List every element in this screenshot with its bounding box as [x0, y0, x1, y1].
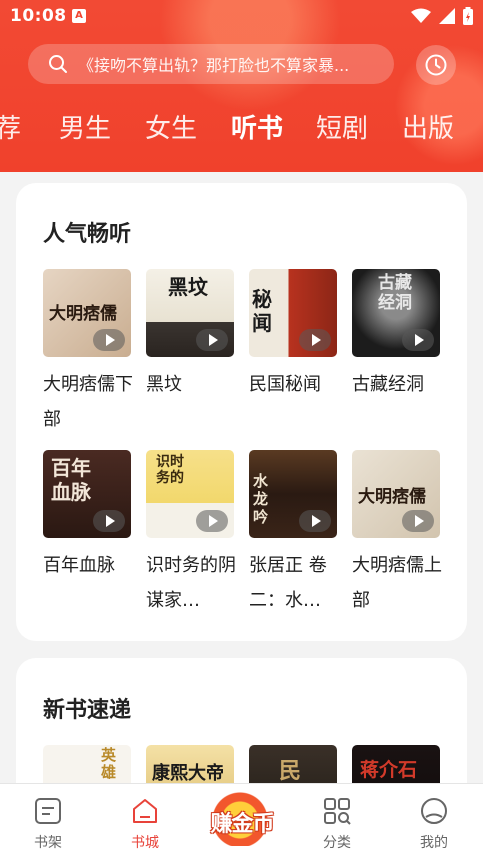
search-placeholder: 《接吻不算出轨？那打脸也不算家暴...: [78, 56, 350, 75]
nav-bookshelf[interactable]: 书架: [13, 784, 83, 852]
play-icon[interactable]: [93, 329, 125, 351]
search-bar[interactable]: 《接吻不算出轨？那打脸也不算家暴...: [28, 44, 394, 84]
book-item[interactable]: 识时务的 识时务的阴谋家…: [146, 450, 236, 618]
book-item[interactable]: 百年血脉 百年血脉: [43, 450, 133, 583]
book-cover: 百年血脉: [43, 450, 131, 538]
book-cover: 古藏经洞: [352, 269, 440, 357]
book-item[interactable]: 大明痞儒 大明痞儒下部: [43, 269, 133, 437]
category-tabs: 荐 男生 女生 听书 短剧 出版: [0, 108, 483, 152]
tab-recommend[interactable]: 荐: [0, 108, 21, 145]
book-cover: 水龙吟: [249, 450, 337, 538]
battery-icon: [463, 7, 473, 25]
book-title: 百年血脉: [43, 555, 115, 576]
popular-audiobooks-card: 人气畅听 大明痞儒 大明痞儒下部 黑坟 黑坟 秘闻 民国秘闻 古藏经洞 古藏经洞…: [16, 183, 467, 641]
book-title: 民国秘闻: [249, 374, 321, 395]
notification-badge: A: [72, 9, 86, 23]
play-icon[interactable]: [299, 329, 331, 351]
book-title: 大明痞儒上部: [352, 555, 442, 611]
book-title: 黑坟: [146, 374, 182, 395]
bookshelf-icon: [35, 798, 61, 824]
book-cover: 黑坟: [146, 269, 234, 357]
search-icon: [49, 55, 67, 73]
header: 10:08 A 《接吻不算出轨？那打脸也不算家暴... 荐 男生 女生 听书 短…: [0, 0, 483, 172]
book-item[interactable]: 古藏经洞 古藏经洞: [352, 269, 442, 402]
section-title: 人气畅听: [43, 222, 132, 247]
status-icons: [411, 7, 473, 25]
play-icon[interactable]: [196, 329, 228, 351]
profile-icon: [421, 798, 447, 824]
book-cover: 大明痞儒: [43, 269, 131, 357]
bookstore-icon: [133, 799, 157, 823]
nav-label: 分类: [323, 835, 351, 851]
nav-label: 书城: [131, 835, 159, 851]
status-time: 10:08: [10, 6, 67, 26]
book-cover: 秘闻: [249, 269, 337, 357]
nav-label: 书架: [34, 835, 62, 851]
book-item[interactable]: 大明痞儒 大明痞儒上部: [352, 450, 442, 618]
signal-icon: [439, 8, 455, 24]
nav-category[interactable]: 分类: [302, 784, 372, 852]
tab-audiobook[interactable]: 听书: [231, 108, 283, 145]
book-item[interactable]: 秘闻 民国秘闻: [249, 269, 339, 402]
book-cover: 大明痞儒: [352, 450, 440, 538]
clock-icon: [425, 54, 447, 76]
tab-publishing[interactable]: 出版: [402, 108, 454, 145]
category-icon: [324, 798, 351, 825]
play-icon[interactable]: [299, 510, 331, 532]
book-title: 识时务的阴谋家…: [146, 555, 236, 611]
book-item[interactable]: 黑坟 黑坟: [146, 269, 236, 402]
nav-bookstore[interactable]: 书城: [110, 784, 180, 852]
play-icon[interactable]: [196, 510, 228, 532]
book-item[interactable]: 水龙吟 张居正 卷二：水…: [249, 450, 339, 618]
status-bar: 10:08 A: [0, 0, 483, 34]
earn-coins-label: 赚金币: [210, 812, 274, 837]
nav-profile[interactable]: 我的: [399, 784, 469, 852]
nav-label: 我的: [420, 835, 448, 851]
play-icon[interactable]: [402, 510, 434, 532]
book-title: 大明痞儒下部: [43, 374, 133, 430]
book-cover: 识时务的: [146, 450, 234, 538]
tab-male[interactable]: 男生: [59, 108, 111, 145]
wifi-icon: [411, 8, 431, 23]
section-title: 新书速递: [43, 698, 132, 723]
play-icon[interactable]: [93, 510, 125, 532]
book-title: 古藏经洞: [352, 374, 424, 395]
tab-female[interactable]: 女生: [145, 108, 197, 145]
book-title: 张居正 卷二：水…: [249, 555, 327, 611]
play-icon[interactable]: [402, 329, 434, 351]
history-button[interactable]: [416, 45, 456, 85]
tab-short-drama[interactable]: 短剧: [316, 108, 368, 145]
